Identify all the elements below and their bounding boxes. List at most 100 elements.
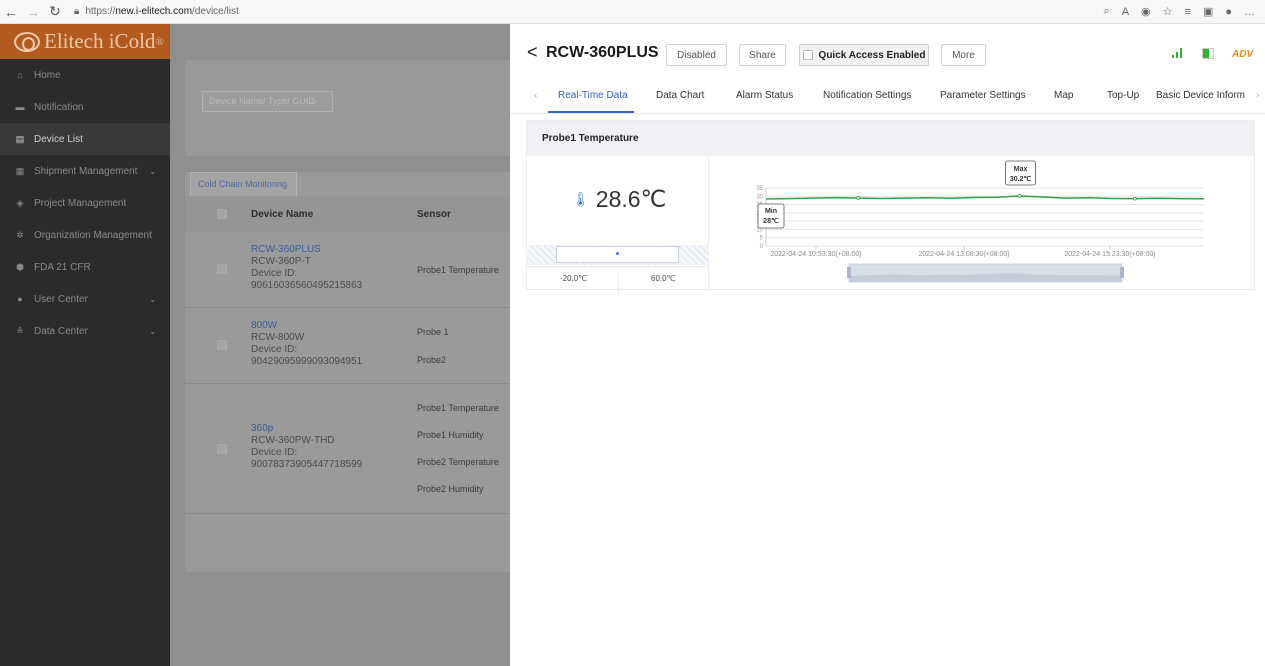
quick-access-label: Quick Access Enabled — [818, 49, 926, 61]
x-tick-label: 2022-04-24 15:23:30(+08:00) — [1064, 251, 1155, 258]
thermometer-icon: 🌡︎ — [572, 191, 590, 207]
drawer-header: < RCW-360PLUS Disabled Share Quick Acces… — [510, 24, 1265, 84]
sidebar-item-shipment[interactable]: ▦ Shipment Management ⌄ — [0, 155, 170, 187]
brand-logo[interactable]: Elitech iCold ® — [0, 24, 170, 59]
sidebar-item-fda[interactable]: ⬢ FDA 21 CFR — [0, 251, 170, 283]
tab-notification-settings[interactable]: Notification Settings — [823, 90, 911, 101]
brand-name: Elitech iCold — [44, 29, 156, 53]
y-tick-label: 35 — [756, 186, 763, 192]
device-id: 90429095999093094951 — [251, 356, 363, 367]
tab-scroll-right-icon[interactable]: › — [1256, 90, 1259, 101]
sensor-name: Probe 1 — [417, 327, 449, 337]
address-bar[interactable]: 🔒︎ https://new.i-elitech.com/device/list — [74, 6, 239, 17]
device-id-label: Device ID: — [251, 447, 298, 458]
alarm-range-bar — [527, 245, 709, 265]
device-detail-drawer: < RCW-360PLUS Disabled Share Quick Acces… — [510, 24, 1265, 666]
tracking-icon[interactable]: ◉ — [1141, 5, 1151, 18]
select-all-checkbox[interactable] — [217, 209, 227, 219]
sensor-name: Probe2 — [417, 355, 447, 365]
shipment-icon: ▦ — [15, 165, 25, 176]
collections-icon[interactable]: ▣ — [1203, 5, 1213, 18]
battery-icon — [1202, 48, 1214, 59]
sidebar-item-label: Shipment Management — [34, 165, 138, 177]
device-id: 90078373905447718599 — [251, 459, 363, 470]
more-icon[interactable]: … — [1244, 6, 1255, 18]
sidebar-item-organization[interactable]: ✲ Organization Management — [0, 219, 170, 251]
device-name-link[interactable]: 360p — [251, 423, 273, 434]
sensor-name: Probe1 Humidity — [417, 430, 484, 440]
temperature-chart-svg: 05101520253035Max30.2℃Min28℃2022-04-24 1… — [756, 160, 1205, 283]
tab-data-chart[interactable]: Data Chart — [656, 90, 704, 101]
max-value: 30.2℃ — [1010, 175, 1032, 183]
probe-title: Probe1 Temperature — [527, 121, 1254, 156]
current-temperature-value: 28.6℃ — [595, 186, 667, 212]
back-chevron-icon[interactable]: < — [527, 42, 538, 63]
table-row: 800W RCW-800W Device ID: 904290959990930… — [185, 308, 510, 384]
max-label: Max — [1014, 166, 1028, 173]
row-checkbox[interactable] — [217, 264, 227, 274]
drawer-tabs: ‹ Real-Time Data Data Chart Alarm Status… — [510, 84, 1265, 114]
data-point — [1132, 196, 1137, 201]
sidebar-item-device-list[interactable]: ▤ Device List — [0, 123, 170, 155]
back-icon[interactable]: ← — [0, 1, 22, 23]
signal-strength-icon — [1172, 48, 1182, 58]
sensor-name: Probe2 Humidity — [417, 484, 484, 494]
disabled-button[interactable]: Disabled — [666, 44, 727, 66]
refresh-icon[interactable]: ↻ — [44, 1, 66, 23]
device-name-link[interactable]: 800W — [251, 320, 277, 331]
alarm-range-inner — [556, 246, 679, 263]
tab-alarm-status[interactable]: Alarm Status — [736, 90, 793, 101]
more-button[interactable]: More — [941, 44, 986, 66]
registered-mark: ® — [155, 35, 164, 48]
active-tab-indicator — [548, 111, 634, 113]
sidebar-item-user-center[interactable]: ● User Center ⌄ — [0, 283, 170, 315]
y-tick-label: 30 — [756, 194, 763, 200]
device-model: RCW-360PW-THD — [251, 435, 335, 446]
device-name-link[interactable]: RCW-360PLUS — [251, 244, 321, 255]
database-icon: ≗ — [16, 325, 24, 336]
range-max: 60.0℃ — [651, 274, 676, 283]
sidebar-item-notification[interactable]: ▬ Notification — [0, 91, 170, 123]
sidebar-item-label: Device List — [34, 133, 83, 145]
x-tick-label: 2022-04-24 13:08:30(+08:00) — [918, 251, 1009, 258]
quick-access-checkbox[interactable] — [802, 50, 813, 60]
tab-scroll-left-icon[interactable]: ‹ — [534, 90, 537, 101]
tab-top-up[interactable]: Top-Up — [1107, 90, 1139, 101]
profile-icon[interactable]: ● — [1225, 6, 1232, 18]
search-icon[interactable]: ⌕ — [1104, 5, 1110, 18]
table-header: Device Name Sensor — [185, 196, 510, 232]
data-point — [856, 196, 861, 200]
sidebar-item-label: Organization Management — [34, 229, 152, 241]
sidebar-item-label: Project Management — [34, 197, 127, 209]
current-temperature: 🌡︎ 28.6℃ — [572, 186, 666, 213]
sidebar-item-project[interactable]: ◈ Project Management — [0, 187, 170, 219]
tab-cold-chain-monitoring[interactable]: Cold Chain Monitoring — [190, 172, 297, 196]
row-checkbox[interactable] — [217, 444, 227, 454]
tab-basic-device-info[interactable]: Basic Device Inform — [1156, 90, 1245, 101]
y-tick-label: 0 — [760, 244, 764, 250]
sidebar-item-data-center[interactable]: ≗ Data Center ⌄ — [0, 315, 170, 347]
sensor-name: Probe1 Temperature — [417, 403, 499, 413]
quick-access-toggle[interactable]: Quick Access Enabled — [799, 44, 929, 66]
tab-map[interactable]: Map — [1054, 90, 1073, 101]
read-aloud-icon[interactable]: A — [1122, 6, 1129, 18]
search-input[interactable]: Device Name/ Type/ GUID — [202, 91, 333, 112]
favorites-list-icon[interactable]: ≡ — [1185, 6, 1191, 18]
device-id-label: Device ID: — [251, 344, 298, 355]
device-id-label: Device ID: — [251, 268, 298, 279]
tab-parameter-settings[interactable]: Parameter Settings — [940, 90, 1026, 101]
row-checkbox[interactable] — [217, 340, 227, 350]
sidebar-item-home[interactable]: ⌂ Home — [0, 59, 170, 91]
device-list-page: Device Name/ Type/ GUID Cold Chain Monit… — [170, 24, 510, 666]
forward-icon[interactable]: → — [22, 1, 44, 23]
device-model: RCW-360P-T — [251, 256, 311, 267]
sensor-name: Probe2 Temperature — [417, 457, 499, 467]
current-value-marker — [616, 252, 619, 255]
chevron-down-icon: ⌄ — [149, 294, 156, 304]
share-button[interactable]: Share — [739, 44, 786, 66]
adv-badge: ADV — [1232, 49, 1254, 60]
favorite-icon[interactable]: ☆ — [1163, 5, 1173, 18]
tab-real-time-data[interactable]: Real-Time Data — [558, 90, 628, 101]
current-temperature-box: 🌡︎ 28.6℃ -20.0℃ 60.0℃ — [527, 156, 709, 296]
sidebar-item-label: Notification — [34, 101, 84, 113]
